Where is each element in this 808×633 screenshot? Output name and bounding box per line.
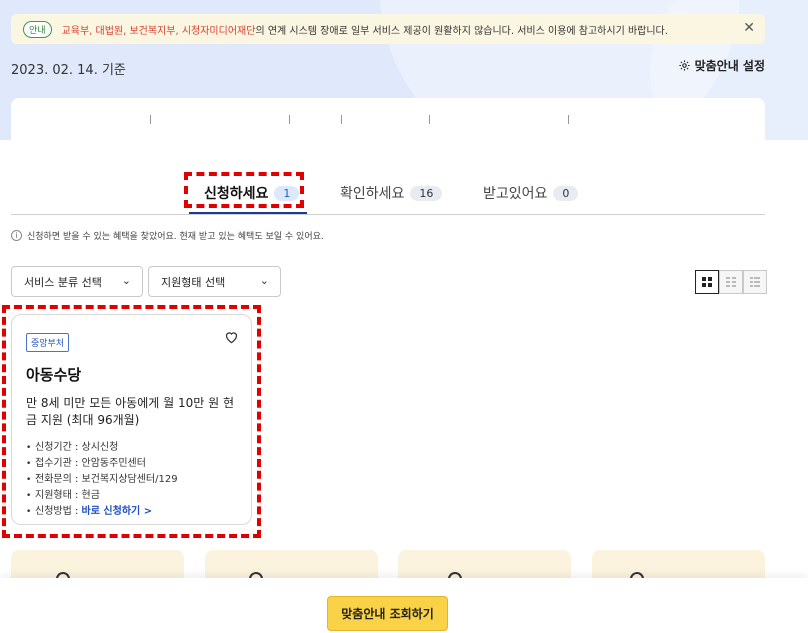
benefit-tabs: 신청하세요 1 확인하세요 16 받고있어요 0 bbox=[11, 172, 765, 215]
list-view-button[interactable] bbox=[743, 270, 767, 294]
info-text: 신청하면 받을 수 있는 혜택을 찾았어요. 현재 받고 있는 혜택도 보일 수… bbox=[27, 232, 324, 242]
highlight-box-card bbox=[2, 305, 261, 538]
custom-inquiry-button[interactable]: 맞춤안내 조회하기 bbox=[327, 596, 448, 631]
divider bbox=[568, 115, 569, 124]
divider bbox=[429, 115, 430, 124]
notice-bar: 안내 교육부, 대법원, 보건복지부, 시청자미디어재단 의 연계 시스템 장애… bbox=[11, 14, 765, 44]
tab-check[interactable]: 확인하세요 16 bbox=[340, 172, 443, 214]
divider bbox=[341, 115, 342, 124]
list-icon bbox=[750, 277, 760, 287]
active-tab-indicator bbox=[189, 212, 307, 214]
tab-count: 16 bbox=[410, 185, 443, 201]
select-value: 지원형태 선택 bbox=[161, 275, 226, 289]
tab-receiving[interactable]: 받고있어요 0 bbox=[483, 172, 579, 214]
grid-medium-view-button[interactable] bbox=[719, 270, 743, 294]
info-icon: i bbox=[11, 230, 22, 241]
highlight-box-tab bbox=[184, 172, 304, 208]
custom-settings-label: 맞춤안내 설정 bbox=[694, 59, 765, 73]
notice-message: 의 연계 시스템 장애로 일부 서비스 제공이 원활하지 않습니다. 서비스 이… bbox=[255, 25, 668, 37]
support-type-select[interactable]: 지원형태 선택 ⌄ bbox=[148, 266, 281, 297]
notice-highlight: 교육부, 대법원, 보건복지부, 시청자미디어재단 bbox=[61, 25, 256, 37]
grid-large-view-button[interactable] bbox=[695, 270, 719, 294]
info-message: i 신청하면 받을 수 있는 혜택을 찾았어요. 현재 받고 있는 혜택도 보일… bbox=[11, 229, 324, 242]
tab-label: 받고있어요 bbox=[483, 186, 548, 202]
divider bbox=[150, 115, 151, 124]
notice-badge: 안내 bbox=[23, 20, 52, 38]
view-mode-toggle bbox=[695, 270, 767, 294]
gear-icon bbox=[678, 60, 690, 71]
chevron-down-icon: ⌄ bbox=[121, 274, 131, 287]
tab-label: 확인하세요 bbox=[340, 186, 405, 202]
summary-panel bbox=[11, 98, 765, 140]
select-value: 서비스 분류 선택 bbox=[24, 275, 102, 289]
divider bbox=[289, 115, 290, 124]
base-date: 2023. 02. 14. 기준 bbox=[11, 63, 126, 78]
grid-medium-icon bbox=[726, 277, 736, 287]
close-icon[interactable]: ✕ bbox=[743, 20, 755, 36]
tab-count: 0 bbox=[553, 185, 579, 201]
chevron-down-icon: ⌄ bbox=[259, 274, 269, 287]
service-category-select[interactable]: 서비스 분류 선택 ⌄ bbox=[11, 266, 143, 297]
custom-settings-button[interactable]: 맞춤안내 설정 bbox=[678, 57, 765, 74]
grid-large-icon bbox=[702, 277, 712, 287]
